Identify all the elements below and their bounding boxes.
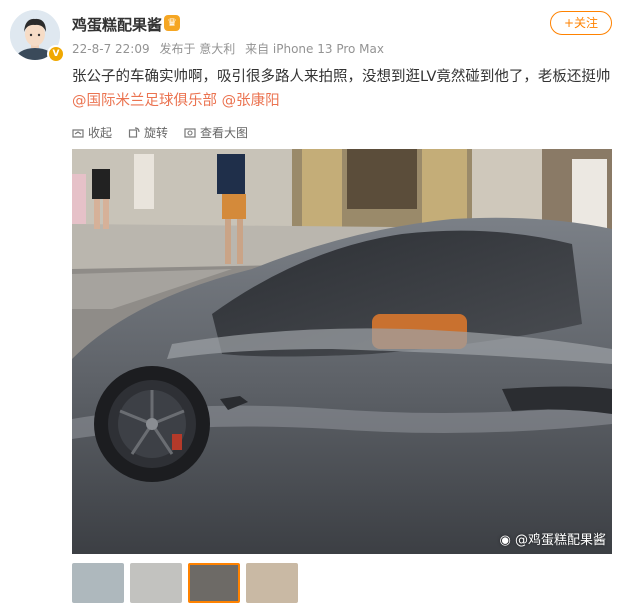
car-photo-illustration bbox=[72, 149, 612, 554]
rotate-button[interactable]: 旋转 bbox=[128, 124, 168, 141]
view-large-label: 查看大图 bbox=[200, 126, 249, 140]
post-text: 张公子的车确实帅啊，吸引很多路人来拍照，没想到逛LV竟然碰到他了，老板还挺帅 @国… bbox=[72, 65, 612, 113]
rotate-label: 旋转 bbox=[144, 126, 169, 140]
zoom-icon bbox=[184, 127, 196, 138]
view-large-button[interactable]: 查看大图 bbox=[184, 124, 248, 141]
weibo-icon: ◉ bbox=[499, 533, 511, 548]
photo-watermark: ◉ @鸡蛋糕配果酱 bbox=[500, 529, 607, 548]
collapse-label: 收起 bbox=[88, 126, 113, 140]
mention-link-inter[interactable]: @国际米兰足球俱乐部 bbox=[72, 93, 217, 109]
post-device: 来自 iPhone 13 Pro Max bbox=[245, 42, 384, 56]
media-toolbar: 收起 旋转 查看大图 bbox=[72, 124, 248, 141]
watermark-text: @鸡蛋糕配果酱 bbox=[514, 533, 606, 548]
post-location: 发布于 意大利 bbox=[159, 42, 236, 56]
vip-crown-icon: ♛ bbox=[164, 15, 180, 31]
rotate-icon bbox=[128, 126, 140, 138]
thumbnail-item[interactable] bbox=[72, 563, 124, 603]
post-meta: 22-8-7 22:09 发布于 意大利 来自 iPhone 13 Pro Ma… bbox=[72, 40, 390, 57]
post-photo[interactable]: ◉ @鸡蛋糕配果酱 bbox=[72, 149, 612, 554]
thumbnail-item[interactable] bbox=[246, 563, 298, 603]
thumbnail-item[interactable] bbox=[130, 563, 182, 603]
thumbnail-item-selected[interactable] bbox=[188, 563, 240, 603]
collapse-button[interactable]: 收起 bbox=[72, 124, 112, 141]
post-date[interactable]: 22-8-7 22:09 bbox=[72, 42, 150, 56]
follow-button[interactable]: +关注 bbox=[550, 11, 612, 35]
post-body: 张公子的车确实帅啊，吸引很多路人来拍照，没想到逛LV竟然碰到他了，老板还挺帅 bbox=[72, 69, 611, 85]
thumbnail-strip bbox=[72, 563, 298, 603]
mention-link-zhang[interactable]: @张康阳 bbox=[222, 93, 280, 109]
collapse-icon bbox=[72, 128, 84, 138]
author-name[interactable]: 鸡蛋糕配果酱 bbox=[72, 14, 162, 35]
verified-badge: V bbox=[47, 45, 65, 63]
